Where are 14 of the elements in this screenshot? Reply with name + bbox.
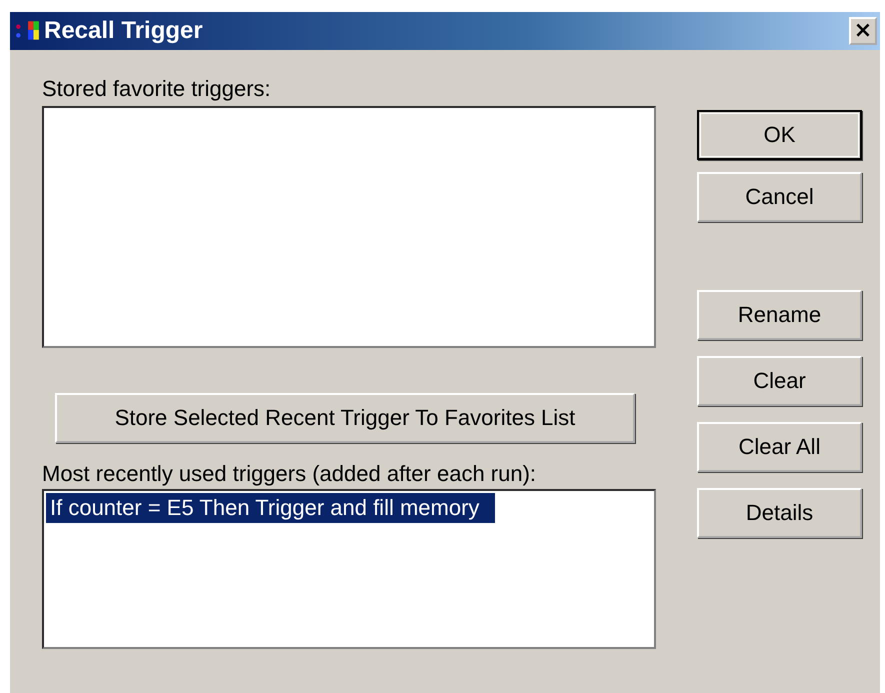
recent-list[interactable]: If counter = E5 Then Trigger and fill memory bbox=[42, 489, 656, 649]
close-button[interactable]: × bbox=[849, 17, 877, 45]
dialog-button[interactable]: Rename bbox=[697, 290, 862, 340]
list-item[interactable]: If counter = E5 Then Trigger and fill memory bbox=[46, 493, 496, 523]
window-title: Recall Trigger bbox=[44, 17, 203, 45]
list-label: Stored favorite triggers: bbox=[42, 76, 271, 102]
store-button[interactable]: Store Selected Recent Trigger To Favorites List bbox=[55, 393, 635, 443]
list-label: Most recently used triggers (added after each run): bbox=[42, 461, 536, 487]
dialog-button[interactable]: Details bbox=[697, 488, 862, 538]
dialog-button[interactable]: Cancel bbox=[697, 172, 862, 222]
dialog-button[interactable]: OK bbox=[697, 110, 862, 160]
dialog-button[interactable]: Clear All bbox=[697, 422, 862, 472]
dialog-button[interactable]: Clear bbox=[697, 356, 862, 406]
favorites-list[interactable] bbox=[42, 106, 656, 348]
